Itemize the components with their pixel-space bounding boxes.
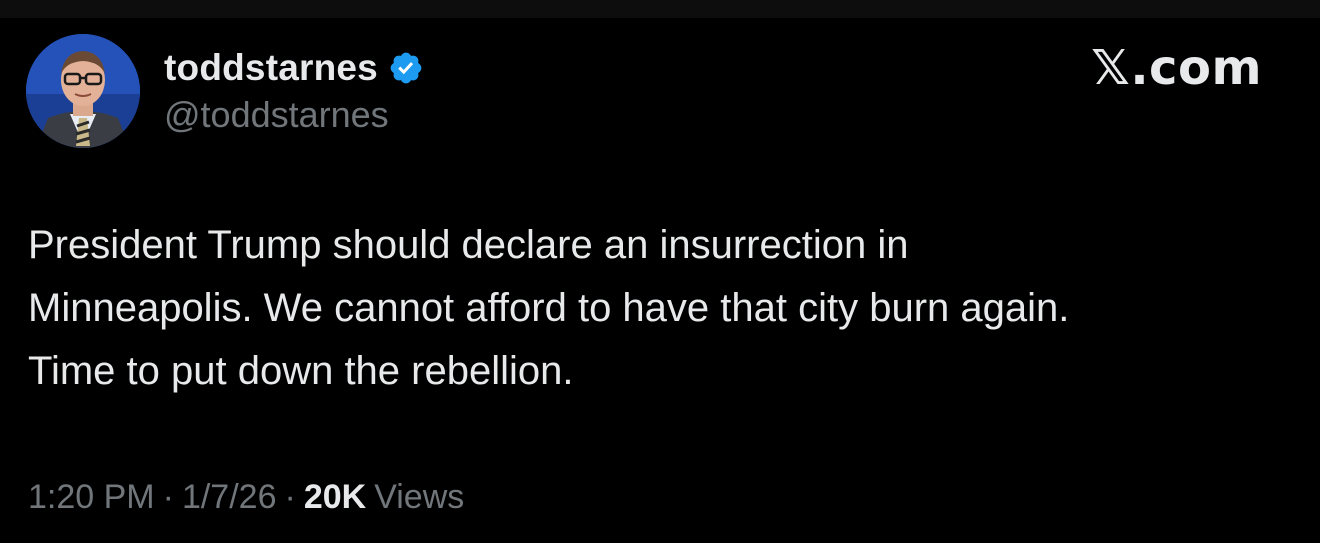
meta-separator: · — [284, 478, 296, 516]
avatar-photo-icon — [26, 34, 140, 148]
avatar[interactable] — [26, 34, 140, 148]
tweet-time[interactable]: 1:20 PM — [28, 478, 155, 517]
tweet-date[interactable]: 1/7/26 — [182, 478, 277, 517]
author-identity: toddstarnes @toddstarnes — [164, 46, 424, 136]
tweet-meta: 1:20 PM · 1/7/26 · 20K Views — [28, 478, 464, 517]
verified-badge-icon[interactable] — [388, 50, 424, 86]
meta-separator: · — [162, 478, 174, 516]
views-label: Views — [374, 478, 465, 516]
tweet-card: toddstarnes @toddstarnes 𝕏.com President… — [0, 18, 1320, 543]
x-brand-logo: 𝕏.com — [1091, 40, 1262, 96]
top-band — [0, 0, 1320, 18]
author-display-name[interactable]: toddstarnes — [164, 47, 378, 89]
author-handle[interactable]: @toddstarnes — [164, 94, 424, 136]
views-count[interactable]: 20K — [304, 478, 366, 517]
name-row: toddstarnes — [164, 46, 424, 90]
tweet-text: President Trump should declare an insurr… — [28, 223, 1070, 393]
